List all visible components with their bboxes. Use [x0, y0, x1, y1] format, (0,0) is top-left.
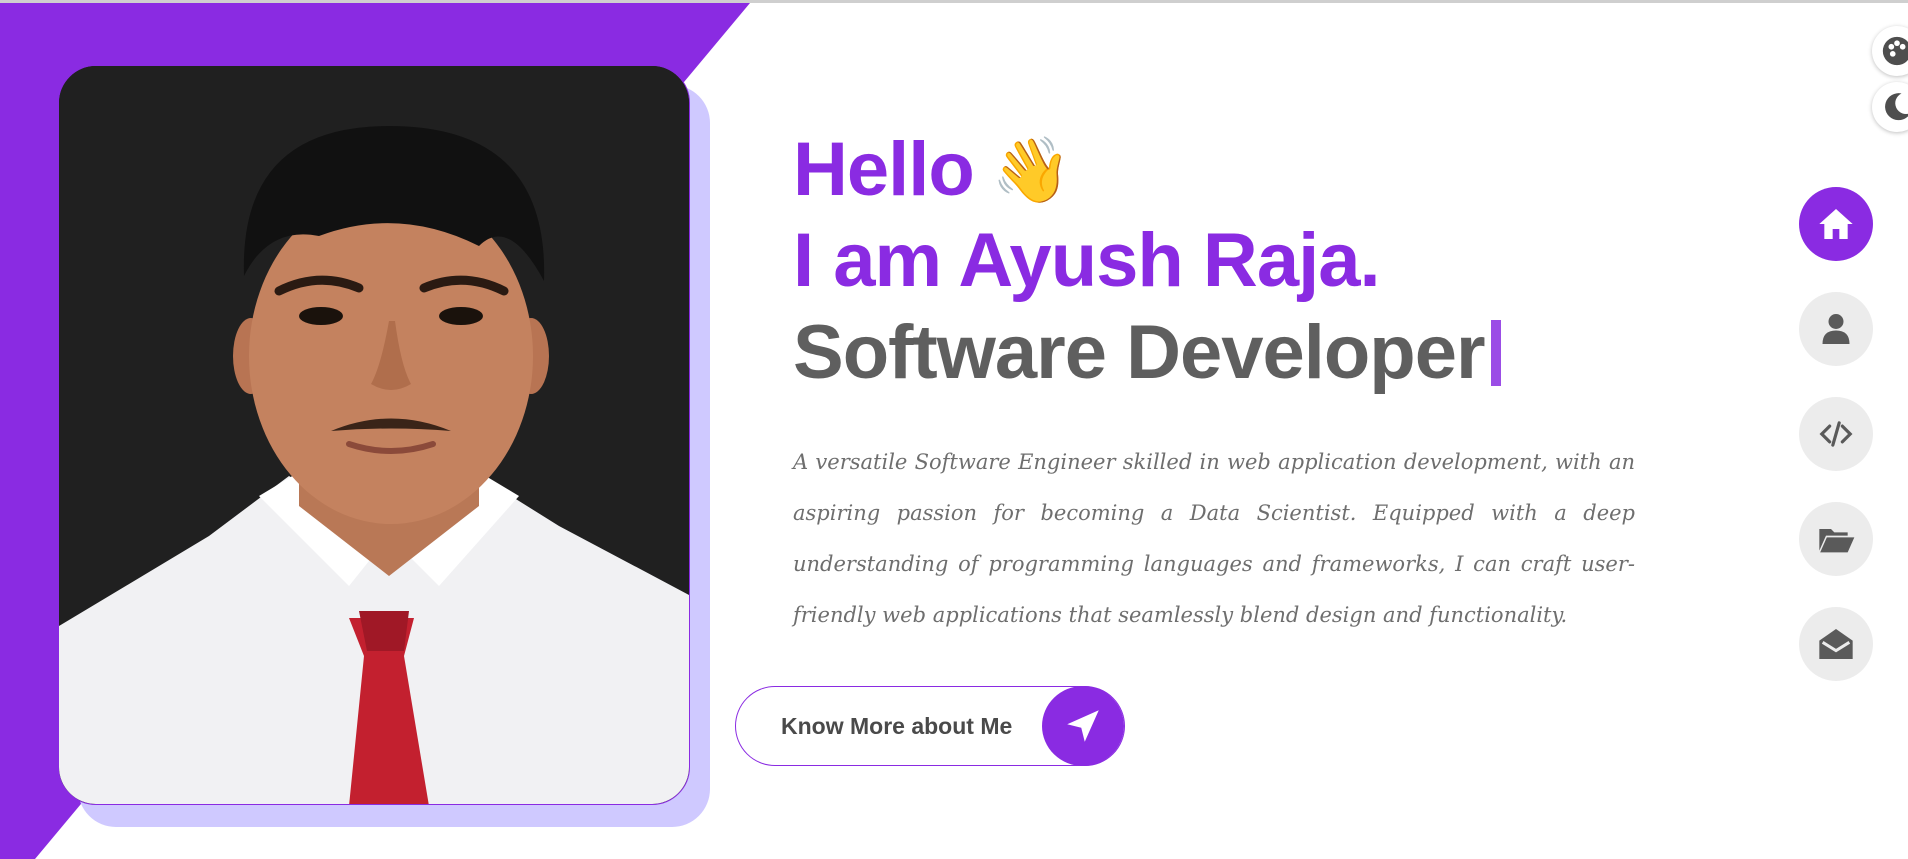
bio-paragraph: A versatile Software Engineer skilled in… — [793, 450, 1635, 627]
greeting: Hello — [793, 127, 975, 212]
folder-open-icon — [1819, 529, 1855, 553]
side-navigation — [1799, 187, 1873, 712]
nav-projects-button[interactable] — [1799, 502, 1873, 576]
home-icon — [1819, 209, 1853, 239]
nav-home-button[interactable] — [1799, 187, 1873, 261]
code-icon — [1819, 421, 1853, 447]
theme-toggle-button[interactable] — [1872, 82, 1908, 132]
palette-button[interactable] — [1872, 26, 1908, 76]
typing-cursor — [1490, 320, 1501, 386]
palette-icon — [1882, 36, 1908, 66]
portrait-illustration — [59, 66, 689, 804]
page: Hello 👋 I am Ayush Raja. Software Develo… — [0, 0, 1908, 859]
waving-hand-icon: 👋 — [991, 134, 1072, 206]
role-text: Software Developer — [793, 310, 1486, 395]
know-more-label: Know More about Me — [781, 712, 1013, 739]
user-icon — [1822, 314, 1850, 344]
know-more-button[interactable]: Know More about Me — [735, 686, 1125, 766]
top-border — [0, 0, 1908, 3]
paper-plane-icon — [1042, 686, 1124, 766]
envelope-open-icon — [1819, 629, 1853, 659]
greeting-line: Hello 👋 — [793, 125, 1643, 215]
moon-icon — [1885, 93, 1908, 121]
name-heading: I am Ayush Raja. — [793, 218, 1381, 303]
profile-photo — [58, 65, 690, 805]
nav-skills-button[interactable] — [1799, 397, 1873, 471]
nav-about-button[interactable] — [1799, 292, 1873, 366]
nav-contact-button[interactable] — [1799, 607, 1873, 681]
role-heading: Software Developer — [793, 307, 1643, 399]
hero-text: Hello 👋 I am Ayush Raja. Software Develo… — [793, 125, 1643, 662]
